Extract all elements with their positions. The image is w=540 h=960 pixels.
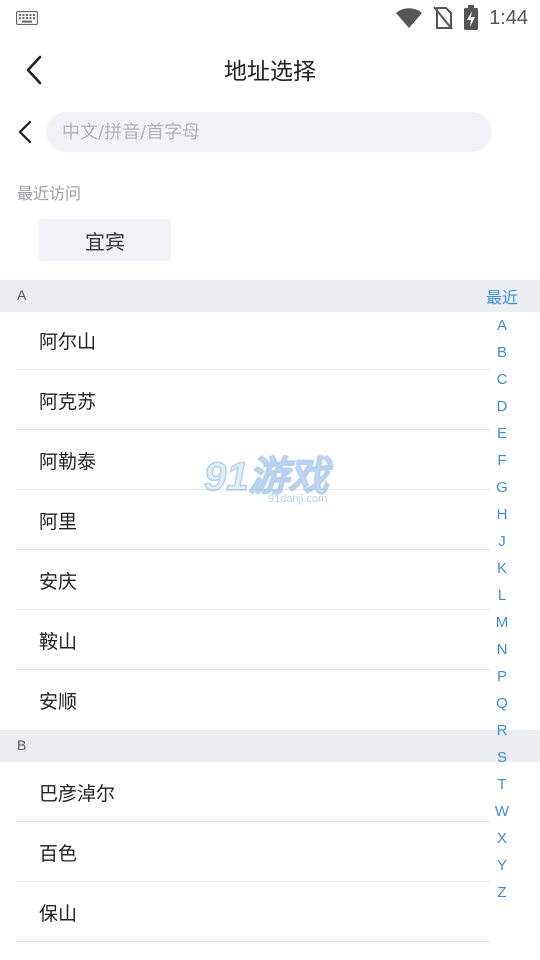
search-back-button[interactable] [10, 114, 40, 150]
city-row[interactable]: 百色 [16, 822, 490, 882]
index-letter[interactable]: Z [484, 883, 520, 903]
battery-charging-icon [464, 5, 479, 30]
index-letter[interactable]: L [484, 586, 520, 606]
city-name: 百色 [39, 843, 78, 865]
city-name: 阿里 [39, 511, 78, 533]
app-header: 地址选择 [0, 36, 540, 102]
city-name: 安庆 [39, 571, 78, 593]
section-header-b: B [0, 730, 540, 762]
status-bar: 1:44 [0, 0, 540, 36]
city-row[interactable]: 阿克苏 [16, 370, 490, 430]
city-row[interactable]: 巴彦淖尔 [16, 762, 490, 822]
city-name: 阿克苏 [39, 391, 97, 413]
index-letter[interactable]: P [484, 667, 520, 687]
index-letter[interactable]: Q [484, 694, 520, 714]
no-sim-icon [433, 6, 453, 30]
city-row[interactable]: 阿尔山 [16, 310, 490, 370]
section-header-a: A [0, 280, 540, 312]
city-row[interactable]: 安顺 [16, 670, 490, 730]
section-letter: B [17, 737, 27, 753]
index-letter[interactable]: W [484, 802, 520, 822]
index-letter[interactable]: R [484, 721, 520, 741]
city-row[interactable]: 保山 [16, 882, 490, 942]
chevron-left-icon [18, 120, 32, 144]
city-name: 保山 [39, 903, 78, 925]
city-name: 阿勒泰 [39, 451, 97, 473]
index-letter[interactable]: K [484, 559, 520, 579]
index-letter[interactable]: S [484, 748, 520, 768]
index-letter[interactable]: C [484, 370, 520, 390]
city-row[interactable]: 安庆 [16, 550, 490, 610]
city-row[interactable]: 阿里 [16, 490, 490, 550]
search-input[interactable] [46, 112, 492, 152]
index-letter[interactable]: A [484, 316, 520, 336]
recent-label: 最近访问 [17, 184, 82, 203]
index-letter[interactable]: F [484, 451, 520, 471]
section-letter: A [17, 287, 27, 303]
recent-city-chip[interactable]: 宜宾 [39, 219, 171, 261]
city-name: 鞍山 [39, 631, 78, 653]
index-letter[interactable]: J [484, 532, 520, 552]
index-letter[interactable]: G [484, 478, 520, 498]
page-title: 地址选择 [224, 59, 316, 85]
city-name: 安顺 [39, 691, 78, 713]
wifi-icon [396, 8, 423, 28]
search-box [46, 112, 492, 152]
city-name: 阿尔山 [39, 331, 97, 353]
index-letter[interactable]: H [484, 505, 520, 525]
city-name: 巴彦淖尔 [39, 783, 116, 805]
status-time: 1:44 [489, 6, 528, 29]
index-letter[interactable]: N [484, 640, 520, 660]
keyboard-icon [16, 11, 38, 25]
index-letter[interactable]: D [484, 397, 520, 417]
city-row[interactable]: 阿勒泰 [16, 430, 490, 490]
index-letter[interactable]: Y [484, 856, 520, 876]
city-row[interactable]: 鞍山 [16, 610, 490, 670]
index-letter[interactable]: B [484, 343, 520, 363]
index-recent[interactable]: 最近 [484, 288, 520, 308]
index-letter[interactable]: E [484, 424, 520, 444]
index-letter[interactable]: T [484, 775, 520, 795]
index-letter[interactable]: M [484, 613, 520, 633]
index-letter[interactable]: X [484, 829, 520, 849]
